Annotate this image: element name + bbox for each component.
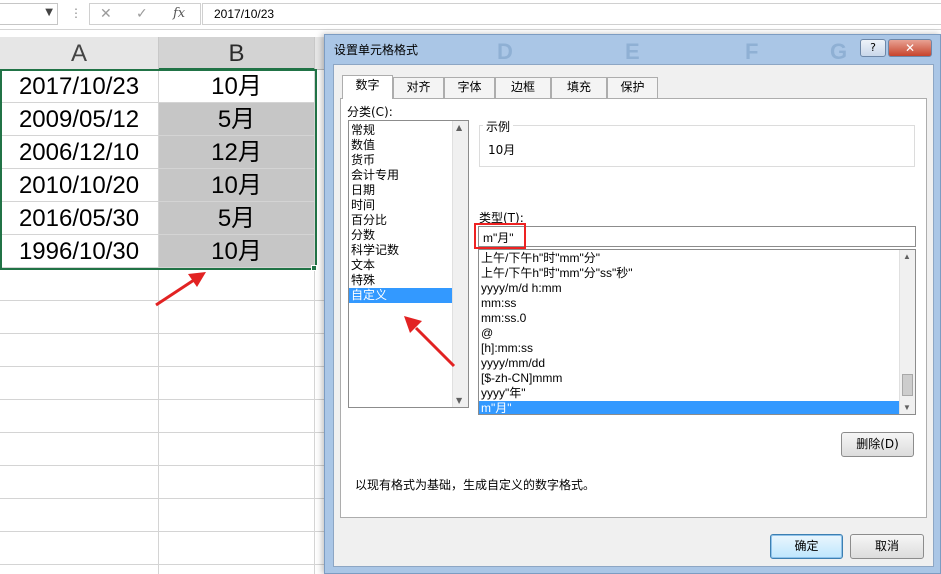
list-item[interactable]: mm:ss.0 — [479, 311, 915, 326]
ghost-column-letter: D — [497, 39, 513, 64]
number-tab-panel: 分类(C): 常规 数值 货币 会计专用 日期 时间 百分比 分数 科学记数 文… — [340, 98, 927, 518]
format-scrollbar[interactable]: ▲ ▼ — [899, 250, 915, 414]
cell-a5[interactable]: 2016/05/30 — [0, 202, 159, 235]
list-item[interactable]: 数值 — [349, 138, 468, 153]
help-button[interactable]: ? — [860, 39, 886, 57]
formula-bar: ▼ ⋮ ✕ ✓ fx 2017/10/23 — [0, 0, 941, 30]
cell-a3[interactable]: 2006/12/10 — [0, 136, 159, 169]
scroll-thumb[interactable] — [902, 374, 913, 396]
column-header-a[interactable]: A — [0, 37, 159, 70]
list-item[interactable]: 货币 — [349, 153, 468, 168]
list-item-selected[interactable]: m"月" — [479, 401, 899, 414]
ghost-column-letter: G — [830, 39, 848, 64]
tab-alignment[interactable]: 对齐 — [393, 77, 444, 98]
list-item[interactable]: yyyy/mm/dd — [479, 356, 915, 371]
cell-a2[interactable]: 2009/05/12 — [0, 103, 159, 136]
delete-button[interactable]: 删除(D) — [841, 432, 914, 457]
sample-label: 示例 — [483, 118, 514, 135]
scroll-up-icon[interactable]: ▲ — [903, 252, 911, 261]
list-item-selected[interactable]: 自定义 — [349, 288, 452, 303]
format-cells-dialog: 设置单元格格式 D E F G ? ✕ 数字 对齐 字体 边框 填充 保护 分类… — [324, 34, 941, 574]
dialog-body: 数字 对齐 字体 边框 填充 保护 分类(C): 常规 数值 货币 会计专用 日… — [333, 64, 934, 567]
sample-value: 10月 — [488, 143, 516, 157]
list-item[interactable]: yyyy"年" — [479, 386, 915, 401]
cell-a6[interactable]: 1996/10/30 — [0, 235, 159, 268]
cell-b5[interactable]: 5月 — [159, 202, 315, 235]
formula-buttons: ✕ ✓ fx — [89, 3, 201, 25]
enter-icon[interactable]: ✓ — [136, 6, 148, 22]
grid-line — [314, 268, 315, 574]
cell-b1[interactable]: 10月 — [159, 70, 315, 103]
description-text: 以现有格式为基础，生成自定义的数字格式。 — [355, 478, 596, 492]
list-item[interactable]: 日期 — [349, 183, 468, 198]
tab-number[interactable]: 数字 — [342, 75, 393, 99]
list-item[interactable]: 上午/下午h"时"mm"分" — [479, 251, 915, 266]
cell-a4[interactable]: 2010/10/20 — [0, 169, 159, 202]
category-list[interactable]: 常规 数值 货币 会计专用 日期 时间 百分比 分数 科学记数 文本 特殊 自定… — [348, 120, 469, 408]
empty-row[interactable] — [0, 268, 330, 301]
list-item[interactable]: [$-zh-CN]mmm — [479, 371, 915, 386]
dialog-title: 设置单元格格式 — [334, 43, 419, 57]
list-item[interactable]: 分数 — [349, 228, 468, 243]
name-box[interactable]: ▼ — [0, 3, 58, 25]
chevron-down-icon[interactable]: ▼ — [45, 7, 53, 18]
list-item[interactable]: @ — [479, 326, 915, 341]
list-item[interactable]: mm:ss — [479, 296, 915, 311]
empty-row[interactable] — [0, 433, 330, 466]
category-scrollbar[interactable]: ▲ ▼ — [452, 121, 468, 407]
tab-fill[interactable]: 填充 — [551, 77, 607, 98]
scroll-down-icon[interactable]: ▼ — [456, 396, 462, 405]
tab-protection[interactable]: 保护 — [607, 77, 658, 98]
scroll-down-icon[interactable]: ▼ — [903, 403, 911, 412]
empty-row[interactable] — [0, 532, 330, 565]
fx-icon[interactable]: fx — [173, 6, 185, 21]
ok-button[interactable]: 确定 — [770, 534, 843, 559]
type-input[interactable]: m"月" — [478, 226, 916, 247]
cell-a1[interactable]: 2017/10/23 — [0, 70, 159, 103]
column-header-b[interactable]: B — [159, 37, 315, 70]
formula-input[interactable]: 2017/10/23 — [202, 3, 941, 25]
list-item[interactable]: 特殊 — [349, 273, 468, 288]
empty-row[interactable] — [0, 301, 330, 334]
ghost-column-letter: E — [625, 39, 640, 64]
list-item[interactable]: 文本 — [349, 258, 468, 273]
list-item[interactable]: 常规 — [349, 123, 468, 138]
empty-row[interactable] — [0, 367, 330, 400]
cell-b3[interactable]: 12月 — [159, 136, 315, 169]
empty-row[interactable] — [0, 466, 330, 499]
list-item[interactable]: 会计专用 — [349, 168, 468, 183]
empty-row[interactable] — [0, 400, 330, 433]
type-label: 类型(T): — [479, 211, 524, 225]
close-button[interactable]: ✕ — [888, 39, 932, 57]
list-item[interactable]: 科学记数 — [349, 243, 468, 258]
list-item[interactable]: [h]:mm:ss — [479, 341, 915, 356]
cell-b6[interactable]: 10月 — [159, 235, 315, 268]
ghost-column-letter: F — [745, 39, 759, 64]
cancel-icon[interactable]: ✕ — [100, 6, 112, 22]
cell-b2[interactable]: 5月 — [159, 103, 315, 136]
worksheet: A B 2017/10/23 10月 2009/05/12 5月 2006/12… — [0, 30, 330, 574]
empty-row[interactable] — [0, 499, 330, 532]
scroll-up-icon[interactable]: ▲ — [456, 123, 462, 132]
sample-group: 示例 10月 — [479, 118, 915, 167]
list-item[interactable]: 上午/下午h"时"mm"分"ss"秒" — [479, 266, 915, 281]
list-item[interactable]: 时间 — [349, 198, 468, 213]
format-list[interactable]: 上午/下午h"时"mm"分" 上午/下午h"时"mm"分"ss"秒" yyyy/… — [478, 249, 916, 415]
tab-font[interactable]: 字体 — [444, 77, 495, 98]
more-icon: ⋮ — [70, 6, 82, 20]
grid-line — [158, 268, 159, 574]
empty-row[interactable] — [0, 334, 330, 367]
fill-handle[interactable] — [311, 265, 317, 271]
category-label: 分类(C): — [347, 105, 393, 119]
tab-border[interactable]: 边框 — [495, 77, 551, 98]
list-item[interactable]: 百分比 — [349, 213, 468, 228]
cell-b4[interactable]: 10月 — [159, 169, 315, 202]
list-item[interactable]: yyyy/m/d h:mm — [479, 281, 915, 296]
cancel-button[interactable]: 取消 — [850, 534, 924, 559]
